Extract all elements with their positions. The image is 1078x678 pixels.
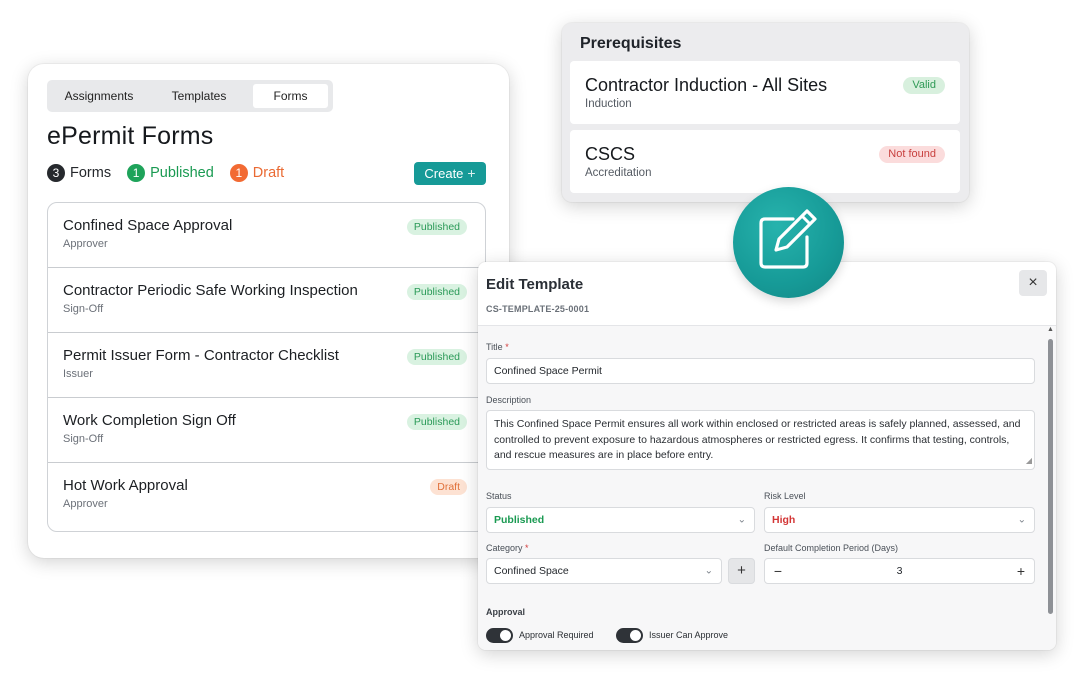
add-category-button[interactable]: +	[728, 558, 755, 584]
status-badge: Not found	[879, 146, 945, 163]
prerequisite-item[interactable]: Contractor Induction - All Sites Inducti…	[570, 61, 960, 124]
count-total-label: Forms	[70, 165, 112, 181]
list-item[interactable]: Contractor Periodic Safe Working Inspect…	[48, 268, 485, 333]
status-badge: Published	[406, 284, 467, 300]
count-draft-label: Draft	[252, 165, 285, 181]
prerequisite-item[interactable]: CSCS Accreditation Not found	[570, 130, 960, 193]
description-label: Description	[486, 395, 532, 405]
tab-assignments[interactable]: Assignments	[50, 84, 148, 108]
tab-forms[interactable]: Forms	[253, 84, 328, 108]
pencil-icon	[759, 209, 817, 269]
issuer-can-approve-label: Issuer Can Approve	[649, 630, 729, 640]
list-item-subtitle: Sign-Off	[63, 303, 104, 315]
status-badge: Published	[406, 414, 467, 430]
count-total: 3 Forms	[47, 164, 111, 182]
dialog-title: Edit Template	[486, 276, 584, 293]
resize-handle-icon[interactable]: ◢	[1026, 453, 1032, 469]
prerequisites-title: Prerequisites	[580, 35, 682, 52]
count-published-badge: 1	[127, 164, 146, 182]
status-badge: Published	[406, 219, 467, 235]
list-item[interactable]: Hot Work Approval Approver Draft	[48, 463, 485, 528]
approval-section-label: Approval	[486, 607, 526, 617]
status-badge: Draft	[430, 479, 467, 495]
risk-level-label: Risk Level	[764, 491, 806, 501]
prerequisite-title: Contractor Induction - All Sites	[585, 75, 828, 95]
prerequisite-type: Accreditation	[585, 167, 652, 179]
count-draft: 1 Draft	[229, 164, 285, 182]
tab-bar: Assignments Templates Forms	[47, 80, 333, 112]
issuer-can-approve-toggle[interactable]	[616, 628, 643, 643]
edit-template-dialog: Edit Template CS-TEMPLATE-25-0001 × Titl…	[478, 262, 1056, 650]
completion-period-label: Default Completion Period (Days)	[764, 543, 899, 553]
list-item-title: Permit Issuer Form - Contractor Checklis…	[63, 347, 339, 364]
chevron-down-icon: ⌄	[704, 565, 713, 577]
chevron-down-icon: ⌄	[737, 514, 746, 526]
category-select[interactable]: Confined Space ⌄	[486, 558, 722, 584]
status-badge: Valid	[903, 77, 945, 94]
close-icon: ×	[1028, 274, 1038, 291]
forms-list: Confined Space Approval Approver Publish…	[47, 202, 486, 532]
close-button[interactable]: ×	[1019, 270, 1047, 296]
status-label: Status	[486, 491, 512, 501]
scrollbar[interactable]: ▲	[1045, 326, 1056, 650]
list-item[interactable]: Work Completion Sign Off Sign-Off Publis…	[48, 398, 485, 463]
list-item[interactable]: Confined Space Approval Approver Publish…	[48, 203, 485, 268]
prerequisite-title: CSCS	[585, 144, 636, 164]
chevron-down-icon: ⌄	[1017, 514, 1026, 526]
completion-period-stepper[interactable]: − 3 +	[764, 558, 1035, 584]
edit-badge	[733, 187, 844, 298]
forms-panel: Assignments Templates Forms ePermit Form…	[28, 64, 509, 558]
page-title: ePermit Forms	[47, 122, 214, 150]
risk-level-select[interactable]: High ⌄	[764, 507, 1035, 533]
approval-required-label: Approval Required	[519, 630, 594, 640]
list-item-subtitle: Sign-Off	[63, 433, 104, 445]
list-item-title: Hot Work Approval	[63, 477, 188, 494]
dialog-body: Title * Confined Space Permit Descriptio…	[478, 326, 1056, 650]
count-published-label: Published	[150, 165, 214, 181]
tab-templates[interactable]: Templates	[148, 84, 250, 108]
form-counts: 3 Forms 1 Published 1 Draft	[47, 162, 300, 184]
title-input[interactable]: Confined Space Permit	[486, 358, 1035, 384]
list-item-subtitle: Approver	[63, 238, 108, 250]
list-item-subtitle: Approver	[63, 498, 108, 510]
prerequisites-panel: Prerequisites Contractor Induction - All…	[562, 23, 969, 202]
list-item-subtitle: Issuer	[63, 368, 93, 380]
category-label: Category *	[486, 543, 529, 553]
plus-icon: +	[467, 165, 476, 181]
prerequisite-type: Induction	[585, 98, 632, 110]
scroll-thumb[interactable]	[1048, 339, 1053, 614]
plus-icon: +	[737, 562, 746, 579]
plus-icon[interactable]: +	[1008, 559, 1034, 583]
count-draft-badge: 1	[229, 164, 248, 182]
count-published: 1 Published	[127, 164, 214, 182]
list-item-title: Work Completion Sign Off	[63, 412, 236, 429]
status-badge: Published	[406, 349, 467, 365]
list-item[interactable]: Permit Issuer Form - Contractor Checklis…	[48, 333, 485, 398]
scroll-up-icon[interactable]: ▲	[1047, 326, 1054, 333]
create-button[interactable]: Create +	[414, 162, 486, 185]
description-textarea[interactable]: This Confined Space Permit ensures all w…	[486, 410, 1035, 470]
count-total-badge: 3	[47, 164, 65, 182]
title-label: Title *	[486, 342, 509, 352]
status-select[interactable]: Published ⌄	[486, 507, 755, 533]
list-item-title: Confined Space Approval	[63, 217, 233, 234]
approval-required-toggle[interactable]	[486, 628, 513, 643]
create-button-label: Create	[424, 166, 464, 181]
template-code: CS-TEMPLATE-25-0001	[486, 304, 590, 314]
list-item-title: Contractor Periodic Safe Working Inspect…	[63, 282, 358, 299]
